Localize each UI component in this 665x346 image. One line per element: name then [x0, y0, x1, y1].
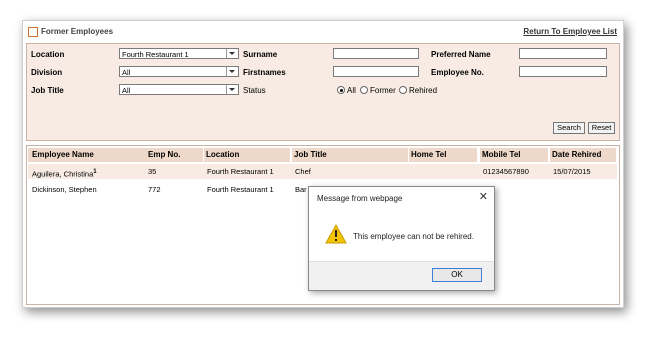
- chevron-down-icon: [226, 49, 238, 58]
- firstnames-label: Firstnames: [243, 68, 286, 77]
- division-select-value: All: [122, 68, 131, 77]
- job-title-select-value: All: [122, 86, 131, 95]
- status-radio-former[interactable]: [360, 86, 368, 94]
- column-header-emp-no[interactable]: Emp No.: [146, 148, 203, 162]
- search-button[interactable]: Search: [553, 122, 585, 134]
- row1-employee-name-text: Aguilera, Christina: [32, 169, 94, 179]
- row1-date-rehired: 15/07/2015: [553, 167, 591, 176]
- dialog-message: This employee can not be rehired.: [353, 232, 474, 241]
- column-header-location[interactable]: Location: [204, 148, 290, 162]
- row1-emp-no: 35: [148, 167, 157, 176]
- row2-emp-no: 772: [148, 185, 161, 194]
- employee-no-label: Employee No.: [431, 68, 484, 77]
- status-radio-rehired[interactable]: [399, 86, 407, 94]
- preferred-name-input[interactable]: [519, 48, 607, 59]
- header-checkbox-icon: [28, 27, 38, 37]
- return-to-employee-list-link[interactable]: Return To Employee List: [523, 27, 617, 36]
- status-radio-former-label: Former: [370, 86, 396, 95]
- row1-job-title: Chef: [295, 167, 311, 176]
- row2-employee-name[interactable]: Dickinson, Stephen: [32, 183, 97, 197]
- division-label: Division: [31, 68, 63, 77]
- surname-label: Surname: [243, 50, 278, 59]
- page-header: Former Employees Return To Employee List: [23, 21, 623, 43]
- firstnames-input[interactable]: [333, 66, 419, 77]
- column-header-job-title[interactable]: Job Title: [292, 148, 408, 162]
- row1-marker: 1: [93, 169, 97, 175]
- surname-input[interactable]: [333, 48, 419, 59]
- column-header-mobile-tel[interactable]: Mobile Tel: [480, 148, 548, 162]
- status-label: Status: [243, 86, 266, 95]
- row1-mobile-tel: 01234567890: [483, 167, 529, 176]
- reset-button[interactable]: Reset: [588, 122, 615, 134]
- job-title-select[interactable]: All: [119, 84, 239, 95]
- column-header-date-rehired[interactable]: Date Rehired: [550, 148, 616, 162]
- chevron-down-icon: [226, 67, 238, 76]
- preferred-name-label: Preferred Name: [431, 50, 491, 59]
- status-radio-all-label: All: [347, 86, 356, 95]
- dialog-footer: OK: [309, 261, 494, 290]
- column-header-employee-name[interactable]: Employee Name: [28, 148, 146, 162]
- column-header-home-tel[interactable]: Home Tel: [409, 148, 477, 162]
- dialog-title: Message from webpage: [317, 194, 403, 203]
- row1-location: Fourth Restaurant 1: [207, 167, 274, 176]
- location-label: Location: [31, 50, 65, 59]
- location-select-value: Fourth Restaurant 1: [122, 50, 189, 59]
- chevron-down-icon: [226, 85, 238, 94]
- status-radio-all[interactable]: [337, 86, 345, 94]
- division-select[interactable]: All: [119, 66, 239, 77]
- message-dialog: Message from webpage ✕ This employee can…: [308, 186, 495, 291]
- location-select[interactable]: Fourth Restaurant 1: [119, 48, 239, 59]
- employee-no-input[interactable]: [519, 66, 607, 77]
- search-panel: Location Fourth Restaurant 1 Division Al…: [26, 43, 620, 141]
- warning-icon: [325, 224, 347, 244]
- page-title: Former Employees: [41, 27, 114, 36]
- close-icon[interactable]: ✕: [479, 190, 488, 203]
- job-title-label: Job Title: [31, 86, 64, 95]
- row2-location: Fourth Restaurant 1: [207, 185, 274, 194]
- status-radio-rehired-label: Rehired: [409, 86, 438, 95]
- ok-button[interactable]: OK: [432, 268, 482, 282]
- row1-employee-name[interactable]: Aguilera, Christina1: [32, 165, 97, 182]
